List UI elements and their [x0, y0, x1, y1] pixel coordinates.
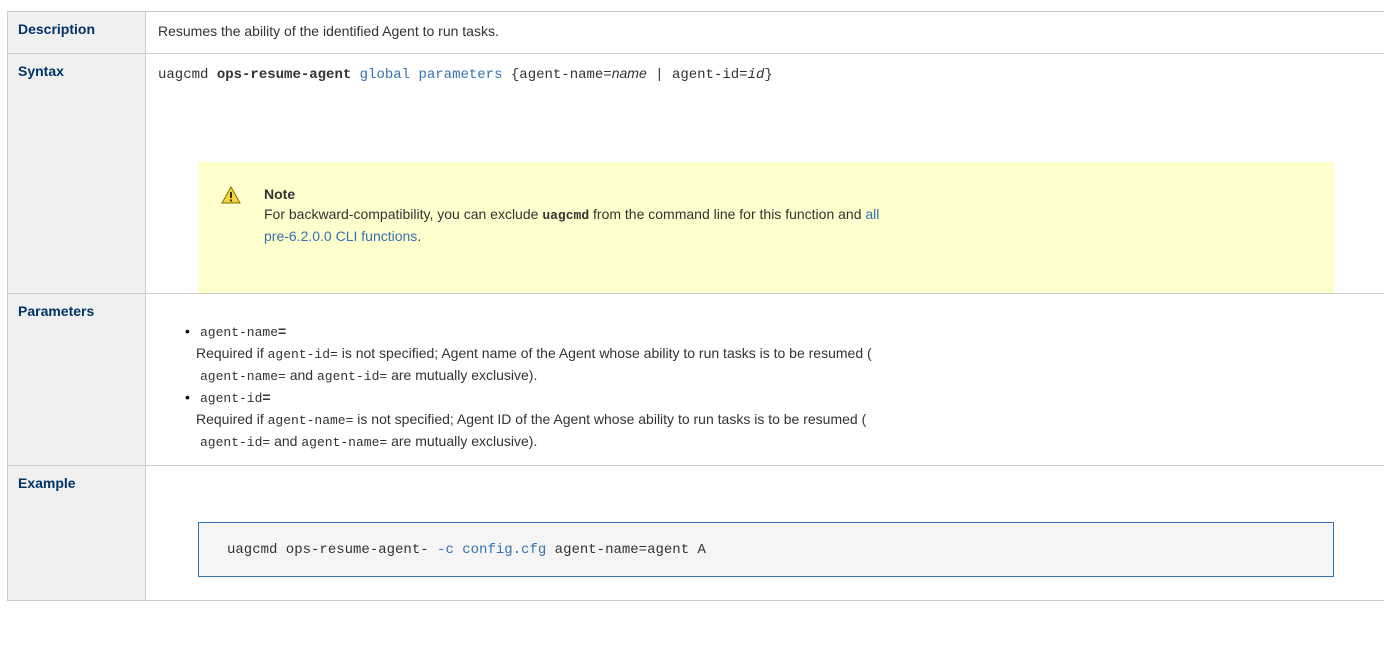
parameter-item: • agent-name= Required if agent-id= is n…: [185, 321, 1384, 387]
parameter-eq: =: [262, 389, 271, 405]
parameter-description: Required if agent-id= is not specified; …: [196, 345, 872, 384]
code-argument: agent-name=agent A: [546, 542, 706, 558]
example-code: uagcmd ops-resume-agent- -c config.cfg a…: [227, 542, 706, 558]
bullet: •: [185, 389, 190, 405]
note-title: Note: [264, 186, 296, 202]
syntax-header: Syntax: [7, 53, 146, 294]
code-panel: uagcmd ops-resume-agent- -c config.cfg a…: [198, 522, 1334, 577]
parameters-list: • agent-name= Required if agent-id= is n…: [158, 294, 1384, 453]
description-text: Resumes the ability of the identified Ag…: [158, 23, 499, 39]
syntax-row: Syntax uagcmd ops-resume-agent global pa…: [7, 53, 1384, 294]
description-cell: Resumes the ability of the identified Ag…: [145, 11, 1384, 54]
note-code: uagcmd: [542, 208, 590, 223]
syntax-brace-open: {agent-name=: [510, 67, 612, 83]
global-parameters-link[interactable]: global parameters: [360, 67, 503, 83]
warning-icon: [221, 185, 241, 204]
id-placeholder: id: [747, 67, 765, 83]
parameter-description: Required if agent-name= is not specified…: [196, 411, 867, 450]
parameters-row: Parameters • agent-name= Required if age…: [7, 293, 1384, 466]
name-placeholder: name: [611, 65, 647, 81]
parameter-name: agent-name: [200, 325, 279, 340]
parameter-eq: =: [278, 323, 287, 339]
link-line-2: pre-6.2.0.0 CLI functions: [264, 228, 418, 244]
note-text-after: .: [417, 228, 422, 244]
description-row: Description Resumes the ability of the i…: [7, 11, 1384, 54]
code-option: -c config.cfg: [437, 542, 547, 558]
parameter-name: agent-id: [200, 391, 263, 406]
syntax-line: uagcmd ops-resume-agent global parameter…: [158, 54, 1384, 83]
syntax-cell: uagcmd ops-resume-agent global parameter…: [145, 53, 1384, 294]
syntax-cmd: uagcmd: [158, 67, 209, 83]
parameter-item: • agent-id= Required if agent-name= is n…: [185, 387, 1384, 453]
link-line-1: all: [865, 206, 880, 222]
parameters-cell: • agent-name= Required if agent-id= is n…: [145, 293, 1384, 466]
example-cell: uagcmd ops-resume-agent- -c config.cfg a…: [145, 465, 1384, 601]
code-command: uagcmd ops-resume-agent-: [227, 542, 438, 558]
note-body: For backward-compatibility, you can excl…: [264, 204, 1044, 246]
note-text-middle: from the command line for this function …: [589, 206, 866, 222]
note-panel: Note For backward-compatibility, you can…: [198, 162, 1334, 293]
example-row: Example uagcmd ops-resume-agent- -c conf…: [7, 465, 1384, 601]
note-text-before: For backward-compatibility, you can excl…: [264, 206, 543, 222]
syntax-separator: | agent-id=: [646, 67, 748, 83]
syntax-keyword: ops-resume-agent: [216, 67, 352, 83]
example-header: Example: [7, 465, 146, 601]
bullet: •: [185, 323, 190, 339]
command-reference-table: Description Resumes the ability of the i…: [7, 11, 1384, 601]
description-header: Description: [7, 11, 146, 54]
syntax-brace-close: }: [764, 67, 773, 83]
parameters-header: Parameters: [7, 293, 146, 466]
